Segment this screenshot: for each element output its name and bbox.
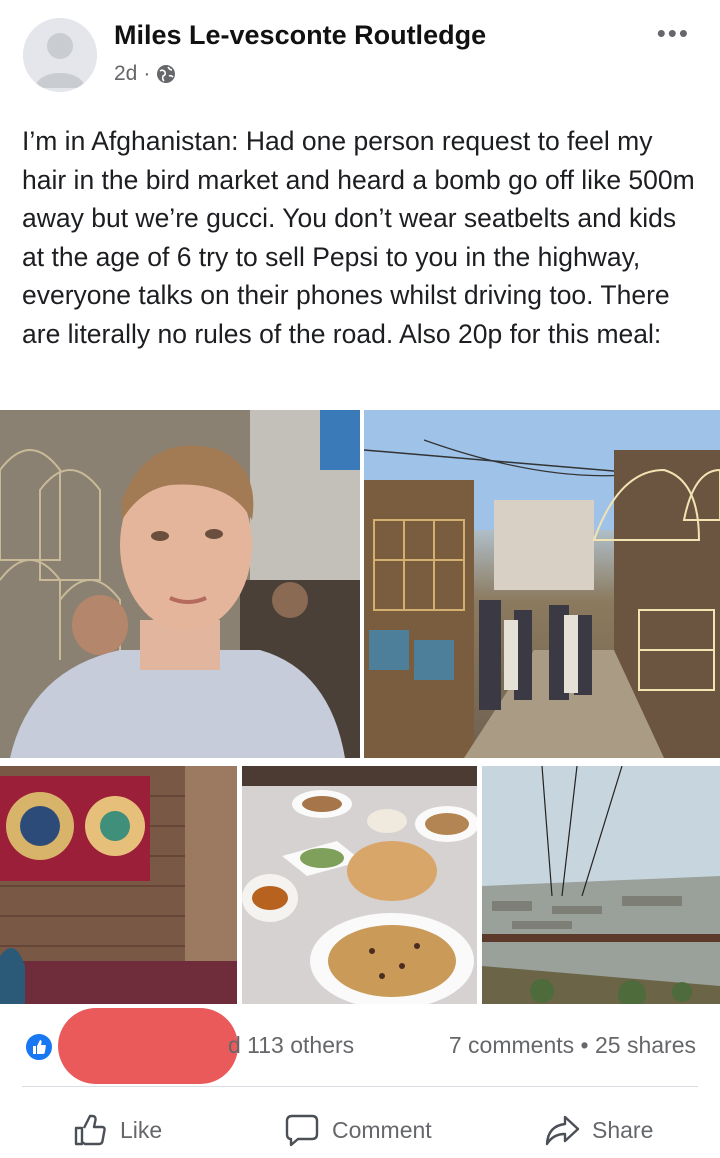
post-time[interactable]: 2d [114,62,137,86]
comments-count[interactable]: 7 comments [449,1032,574,1058]
photo-selfie[interactable] [0,410,360,758]
share-button[interactable]: Share [544,1112,653,1148]
share-label: Share [592,1116,654,1143]
thumbs-up-icon [72,1112,108,1148]
reactions-count[interactable]: d 113 others [228,1032,354,1059]
comment-button[interactable]: Comment [284,1112,432,1148]
comment-share-counts: 7 comments • 25 shares [449,1032,696,1059]
reactions-bar: d 113 others 7 comments • 25 shares [0,1008,720,1084]
photo-city-view[interactable] [482,766,720,1004]
default-avatar-icon [23,18,97,92]
author-name[interactable]: Miles Le-vesconte Routledge [114,20,486,51]
counts-separator: • [580,1032,589,1058]
like-label: Like [120,1116,163,1143]
like-icon[interactable] [24,1032,54,1062]
photo-room[interactable] [0,766,237,1004]
meta-separator: · [143,62,151,85]
divider [22,1086,698,1087]
share-arrow-icon [544,1112,580,1148]
globe-icon [156,64,176,84]
post-meta: 2d · [114,62,176,86]
more-options-icon[interactable]: ••• [657,18,690,49]
avatar[interactable] [23,18,97,92]
comment-bubble-icon [284,1112,320,1148]
photo-bird-market[interactable] [364,410,720,758]
post-text: I’m in Afghanistan: Had one person reque… [22,126,695,349]
like-button[interactable]: Like [72,1112,162,1148]
action-bar: Like Comment Share [0,1100,720,1158]
shares-count[interactable]: 25 shares [595,1032,696,1058]
photo-meal[interactable] [242,766,477,1004]
post-header: Miles Le-vesconte Routledge 2d · ••• [0,0,720,110]
comment-label: Comment [332,1116,432,1143]
redaction-mark [58,1008,238,1084]
